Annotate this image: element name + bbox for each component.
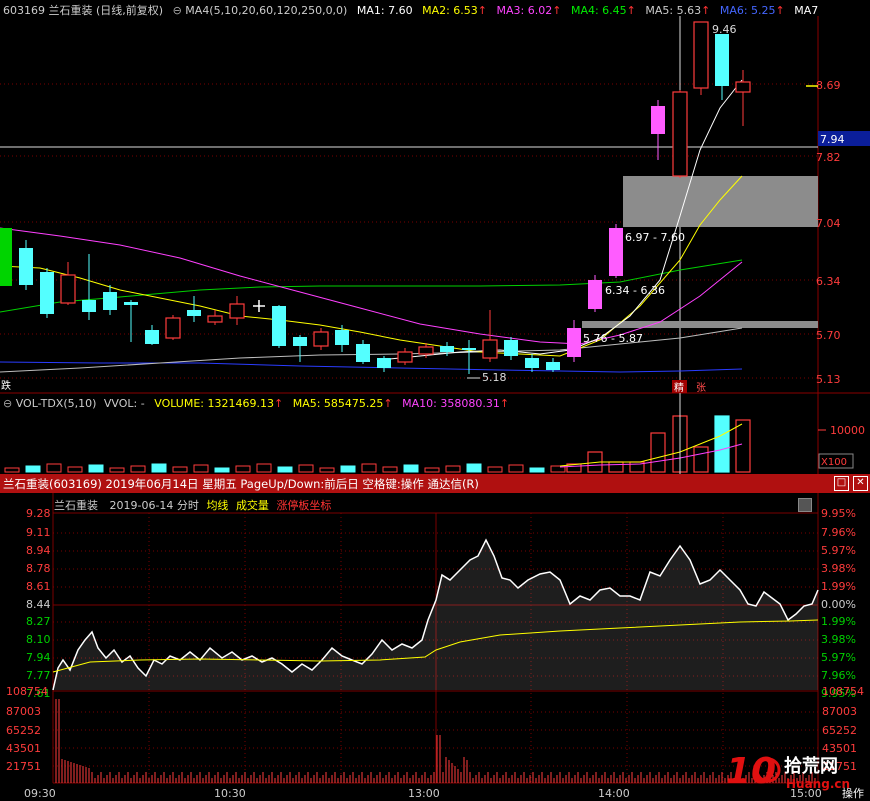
time-1400: 14:00: [598, 787, 630, 800]
zone1-label: 6.97 - 7.60: [625, 231, 685, 244]
intraday-price-axis-label: 8.44: [26, 598, 51, 611]
intraday-pct-axis-label: 1.99%: [821, 615, 856, 628]
vol-axis-top: 10000: [830, 424, 865, 437]
operation-label[interactable]: 操作: [842, 786, 864, 800]
intraday-vol-axis-left: 108754: [6, 685, 48, 698]
intraday-price-axis-label: 7.77: [26, 669, 51, 682]
watermark-text: 拾荒网: [784, 755, 838, 777]
intraday-pct-axis-label: 3.98%: [821, 633, 856, 646]
watermark-number: 10: [726, 751, 776, 792]
watermark: 10 拾荒网 Huang.cn: [726, 751, 850, 792]
kline-chart[interactable]: 5.18 9.46 6.97 - 7.60 6.34 - 6.36 5.76 -…: [0, 16, 870, 394]
low-price-label: 5.18: [482, 371, 507, 384]
intraday-price-axis-label: 8.61: [26, 580, 51, 593]
intraday-price-axis-label: 8.94: [26, 544, 51, 557]
intraday-vol-axis-right: 108754: [822, 685, 864, 698]
intraday-pct-axis-label: 3.98%: [821, 562, 856, 575]
intraday-vol-axis-left: 43501: [6, 742, 41, 755]
kline-axis-1: 8.69: [816, 79, 841, 92]
intraday-vol-axis-left: 21751: [6, 760, 41, 773]
intraday-price-axis-label: 9.11: [26, 526, 51, 539]
intraday-pct-axis-label: 0.00%: [821, 598, 856, 611]
intraday-pct-axis-label: 1.99%: [821, 580, 856, 593]
intraday-price-axis-label: 8.27: [26, 615, 51, 628]
volume-chart[interactable]: 10000 X100: [0, 393, 870, 474]
intraday-vol-axis-right: 87003: [822, 705, 857, 718]
time-0930: 09:30: [24, 787, 56, 800]
intraday-pct-axis-label: 9.95%: [821, 507, 856, 520]
intraday-pct-axis-label: 5.97%: [821, 651, 856, 664]
intraday-pct-axis-label: 7.96%: [821, 669, 856, 682]
intraday-pct-axis-label: 7.96%: [821, 526, 856, 539]
zone-box-1: [623, 176, 818, 227]
kline-axis-3: 7.04: [816, 217, 841, 230]
intraday-vol-axis-right: 65252: [822, 724, 857, 737]
current-price-value: 7.94: [820, 133, 845, 146]
high-price-label: 9.46: [712, 23, 737, 36]
kline-axis-2: 7.82: [816, 151, 841, 164]
intraday-vol-axis-left: 87003: [6, 705, 41, 718]
intraday-price-axis-label: 9.28: [26, 507, 51, 520]
intraday-vol-axis-left: 65252: [6, 724, 41, 737]
watermark-domain: Huang.cn: [786, 777, 850, 791]
close-button[interactable]: ✕: [853, 476, 868, 491]
maximize-button[interactable]: □: [834, 476, 849, 491]
kline-axis-6: 5.13: [816, 373, 841, 386]
intraday-vol-axis-right: 43501: [822, 742, 857, 755]
intraday-price-axis-label: 8.10: [26, 633, 51, 646]
time-1300: 13:00: [408, 787, 440, 800]
time-1030: 10:30: [214, 787, 246, 800]
ma6-line: [0, 361, 743, 373]
intraday-price-axis-label: 8.78: [26, 562, 51, 575]
intraday-price-axis-label: 7.94: [26, 651, 51, 664]
kline-axis-4: 6.34: [816, 275, 841, 288]
intraday-titlebar[interactable]: 兰石重装(603169) 2019年06月14日 星期五 PageUp/Down…: [0, 474, 870, 493]
kline-axis-5: 5.70: [816, 329, 841, 342]
intraday-pct-axis-label: 5.97%: [821, 544, 856, 557]
zone2-label: 6.34 - 6.36: [605, 284, 665, 297]
zone3-label: 5.76 - 5.87: [583, 332, 643, 345]
intraday-chart[interactable]: 9.28 9.11 8.94 8.78 8.61 8.44 8.27 8.10 7.94 7.77…: [0, 493, 870, 801]
left-tag: 跌: [1, 379, 11, 392]
intraday-title: 兰石重装(603169) 2019年06月14日 星期五 PageUp/Down…: [3, 477, 479, 491]
zone-box-3: [582, 321, 818, 328]
vol-axis-unit: X100: [821, 457, 847, 468]
